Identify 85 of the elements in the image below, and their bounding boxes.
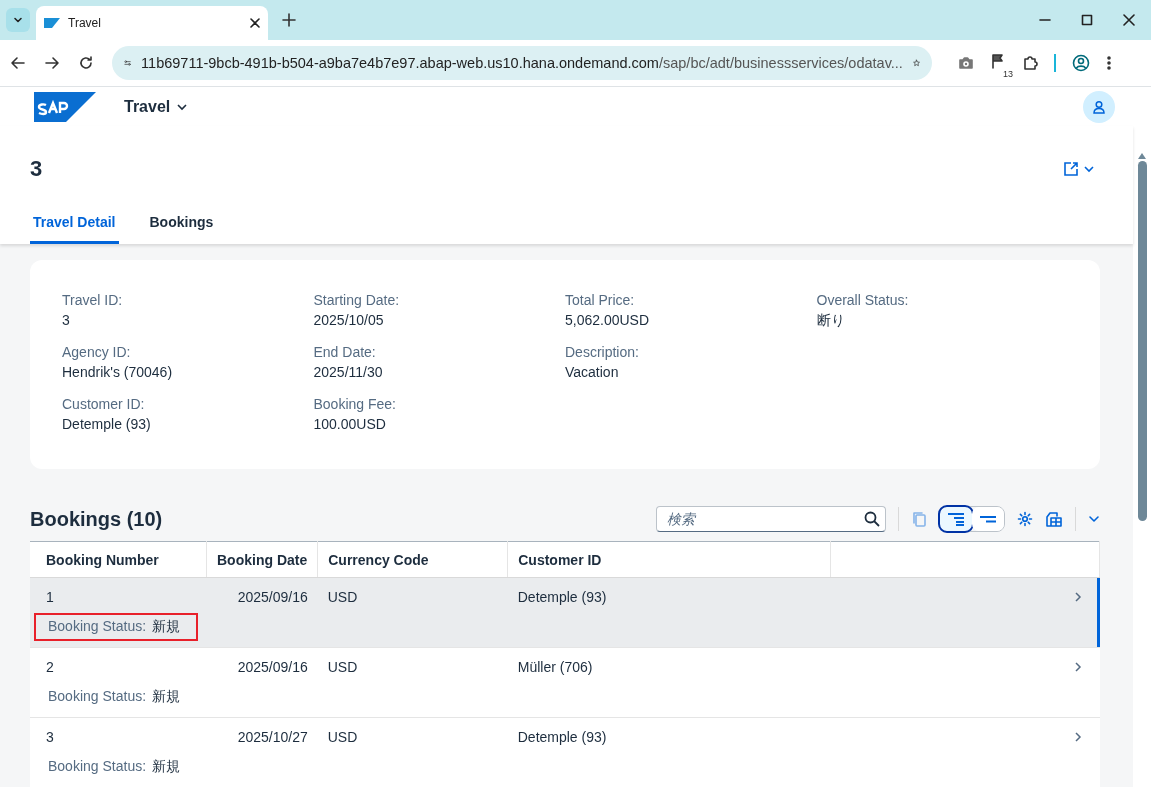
status-label: Booking Status: (48, 758, 147, 776)
field-value: 5,062.00USD (565, 312, 651, 328)
column-header[interactable]: Customer ID (507, 541, 831, 578)
field-value: 100.00USD (313, 416, 387, 432)
forward-icon[interactable] (44, 55, 60, 71)
app-title-menu[interactable]: Travel (124, 97, 189, 116)
field-label: Starting Date: (313, 292, 401, 308)
table-title: Bookings (10) (30, 507, 163, 531)
field-value: Vacation (565, 364, 620, 380)
field-value: Hendrik's (70046) (62, 364, 174, 380)
field-label: Agency ID: (62, 344, 132, 360)
table-cell: 2025/09/16 (206, 577, 318, 609)
browser-tab[interactable]: Travel (36, 6, 268, 40)
lines-icon (947, 512, 965, 526)
share-menu-button[interactable] (1063, 161, 1095, 177)
table-cell: USD (317, 647, 508, 679)
camera-icon[interactable] (958, 55, 974, 71)
table-row[interactable]: 2 2025/09/16 USD Müller (706) (30, 647, 1100, 679)
new-tab-icon[interactable] (282, 13, 296, 27)
status-value: 新規 (152, 758, 181, 776)
tab-title: Travel (68, 16, 102, 30)
field-value: 2025/11/30 (313, 364, 384, 380)
field-label: Travel ID: (62, 292, 124, 308)
chevron-right-icon[interactable] (1073, 592, 1082, 602)
status-value: 新規 (152, 688, 181, 706)
status-label: Booking Status: (48, 688, 147, 706)
status-label: Booking Status: (48, 618, 147, 636)
column-header[interactable]: Booking Date (206, 541, 318, 578)
chevron-right-icon[interactable] (1073, 662, 1082, 672)
badge-count: 13 (1002, 69, 1014, 79)
chevron-down-icon (1083, 163, 1095, 175)
user-avatar[interactable] (1083, 90, 1115, 123)
column-header[interactable]: Currency Code (317, 541, 508, 578)
table-cell: Müller (706) (507, 647, 831, 679)
table-cell: Detemple (93) (507, 717, 831, 749)
search-icon[interactable] (864, 511, 880, 527)
field-label: End Date: (313, 344, 377, 360)
url-text: 11b69711-9bcb-491b-b504-a9ba7e4b7e97.abap-web.us10.hana.ondemand.com/sap/bc/adt/businessservices/odatav... (141, 55, 903, 71)
status-value: 新規 (152, 618, 181, 636)
section-tab[interactable]: Bookings (146, 204, 217, 244)
field-value: Detemple (93) (62, 416, 152, 432)
lines-icon (979, 515, 997, 523)
search-field[interactable]: 検索 (656, 506, 886, 532)
field-label: Customer ID: (62, 396, 146, 412)
expanded-view-button[interactable] (940, 507, 972, 531)
field-label: Overall Status: (816, 292, 910, 308)
field-label: Booking Fee: (313, 396, 397, 412)
table-row[interactable]: 3 2025/10/27 USD Detemple (93) (30, 717, 1100, 749)
logo[interactable] (34, 91, 96, 122)
export-icon[interactable] (1045, 511, 1063, 527)
column-header[interactable]: Booking Number (30, 541, 207, 578)
object-title: 3 (30, 156, 43, 182)
compact-view-button[interactable] (972, 507, 1004, 531)
field-label: Description: (565, 344, 640, 360)
scroll-up-icon[interactable] (1138, 153, 1146, 159)
flag-icon[interactable] (990, 53, 1006, 69)
field-value: 3 (62, 312, 71, 328)
table-cell: 1 (30, 577, 207, 609)
reload-icon[interactable] (78, 55, 94, 71)
table-cell: 2 (30, 647, 207, 679)
table-cell: Detemple (93) (507, 577, 831, 609)
table-cell: USD (317, 717, 508, 749)
field-value: 断り (816, 312, 846, 330)
address-bar[interactable]: 11b69711-9bcb-491b-b504-a9ba7e4b7e97.abap-web.us10.hana.ondemand.com/sap/bc/adt/businessservices/odatav... (112, 46, 932, 80)
back-icon[interactable] (10, 55, 26, 71)
close-icon[interactable] (1123, 14, 1135, 26)
field-value: 2025/10/05 (313, 312, 385, 328)
field-label: Total Price: (565, 292, 636, 308)
puzzle-icon[interactable] (1022, 55, 1038, 71)
profile-icon[interactable] (1072, 54, 1090, 72)
table-cell: 2025/10/27 (206, 717, 318, 749)
close-icon[interactable] (250, 18, 260, 28)
more-menu-icon[interactable] (1106, 55, 1112, 71)
chevron-down-icon[interactable] (1088, 513, 1100, 525)
chevron-right-icon[interactable] (1073, 732, 1082, 742)
table-cell: 2025/09/16 (206, 647, 318, 679)
scrollbar-thumb[interactable] (1137, 161, 1147, 521)
section-tab[interactable]: Travel Detail (30, 204, 119, 244)
maximize-icon[interactable] (1081, 14, 1093, 26)
tab-search-button[interactable] (6, 8, 30, 32)
table-cell: USD (317, 577, 508, 609)
settings-icon[interactable] (1017, 511, 1033, 527)
table-cell: 3 (30, 717, 207, 749)
table-row[interactable]: 1 2025/09/16 USD Detemple (93) (30, 577, 1100, 609)
logo-icon (44, 18, 60, 28)
